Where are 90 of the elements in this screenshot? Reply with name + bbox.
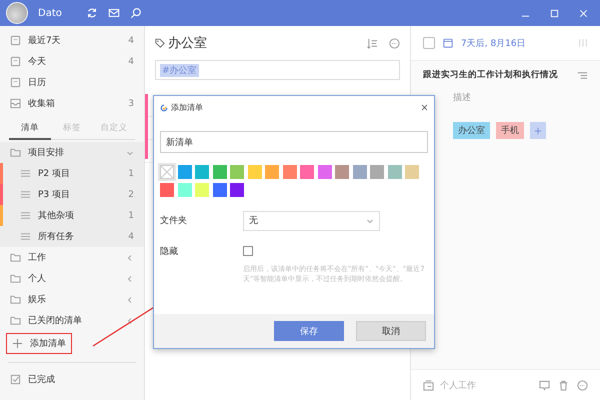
dialog-title: 添加清单: [171, 102, 203, 113]
close-icon[interactable]: [421, 104, 428, 111]
sidebar-item[interactable]: 收集箱 3: [0, 93, 144, 114]
color-swatch[interactable]: [178, 165, 192, 179]
color-swatch[interactable]: [212, 182, 226, 196]
sidebar-tab[interactable]: 清单: [9, 118, 51, 140]
calendar-icon: [10, 35, 21, 46]
calendar-icon: [10, 56, 21, 67]
folder-label: 文件夹: [160, 214, 188, 227]
cancel-button[interactable]: 取消: [356, 321, 426, 341]
tag-chip[interactable]: 办公室: [453, 122, 490, 139]
list-icon[interactable]: [577, 70, 588, 80]
tag-chip[interactable]: 手机: [496, 122, 524, 139]
chevron-icon: [126, 148, 134, 156]
more-icon[interactable]: [389, 38, 400, 48]
list-icon: [20, 231, 31, 242]
priority-icon[interactable]: [578, 38, 588, 48]
color-swatch[interactable]: [178, 182, 192, 196]
chevron-icon: [126, 316, 134, 324]
color-swatch[interactable]: [230, 165, 244, 179]
sidebar-item[interactable]: 最近7天 4: [0, 30, 144, 51]
color-swatch[interactable]: [160, 182, 174, 196]
sidebar-item[interactable]: 已完成: [0, 369, 144, 390]
list-icon: [20, 210, 31, 221]
avatar[interactable]: [6, 2, 28, 24]
color-swatch[interactable]: [265, 165, 279, 179]
mail-icon[interactable]: [108, 7, 120, 19]
comment-icon[interactable]: [539, 380, 550, 390]
hide-label: 隐藏: [160, 246, 179, 258]
color-swatch[interactable]: [230, 182, 244, 196]
folder-icon: [10, 147, 21, 158]
plus-icon: [12, 338, 23, 349]
color-swatch[interactable]: [335, 165, 349, 179]
chevron-icon: [126, 274, 134, 282]
inbox-icon: [10, 98, 21, 109]
color-swatch[interactable]: [388, 165, 402, 179]
calendar-icon: [443, 38, 453, 48]
plus-icon: [534, 126, 542, 134]
no-color-swatch[interactable]: [160, 165, 174, 179]
chevron-icon: [366, 216, 374, 224]
hide-checkbox[interactable]: [243, 246, 253, 256]
name-field[interactable]: 新清单: [160, 131, 428, 153]
folder-icon: [10, 273, 21, 284]
folder-item[interactable]: 项目安排: [0, 142, 144, 163]
tag-icon: [155, 38, 165, 48]
add-tag-button[interactable]: [530, 122, 546, 139]
color-swatch[interactable]: [282, 165, 296, 179]
list-item[interactable]: 其他杂项 1: [0, 205, 144, 226]
color-swatch[interactable]: [195, 165, 209, 179]
maximize-icon[interactable]: [550, 8, 559, 18]
sort-icon[interactable]: [367, 38, 378, 48]
chevron-icon: [126, 254, 134, 262]
folder-dropdown[interactable]: 无: [243, 210, 380, 230]
color-swatch[interactable]: [248, 165, 262, 179]
calendar-icon: [10, 77, 21, 88]
list-item[interactable]: P2 项目 1: [0, 163, 144, 184]
folder-icon[interactable]: [423, 380, 434, 390]
task-title[interactable]: 跟进实习生的工作计划和执行情况: [423, 69, 569, 81]
color-swatch[interactable]: [370, 165, 384, 179]
color-swatch[interactable]: [212, 165, 226, 179]
checkbox-icon: [10, 374, 21, 385]
sync-icon[interactable]: [86, 7, 98, 19]
list-item[interactable]: P3 项目 2: [0, 184, 144, 205]
trash-icon[interactable]: [558, 380, 569, 390]
list-title: 办公室: [168, 35, 208, 52]
folder-icon: [10, 294, 21, 305]
color-swatch[interactable]: [318, 165, 332, 179]
color-swatch[interactable]: [352, 165, 366, 179]
folder-icon: [10, 252, 21, 263]
folder-item[interactable]: 个人: [0, 268, 144, 289]
list-icon: [20, 168, 31, 179]
list-item[interactable]: 所有任务 4: [0, 226, 144, 247]
sidebar-item[interactable]: 今天 4: [0, 51, 144, 72]
list-icon: [20, 189, 31, 200]
color-swatch[interactable]: [405, 165, 419, 179]
sidebar-item[interactable]: 日历: [0, 72, 144, 93]
add-list-button[interactable]: 添加清单: [6, 333, 72, 354]
app-logo-icon: [160, 104, 168, 112]
folder-icon: [10, 315, 21, 326]
folder-item[interactable]: 工作: [0, 247, 144, 268]
color-swatch[interactable]: [300, 165, 314, 179]
chevron-icon: [126, 296, 134, 304]
folder-item[interactable]: 娱乐: [0, 289, 144, 310]
folder-item[interactable]: 已关闭的清单: [0, 310, 144, 331]
save-button[interactable]: 保存: [274, 321, 344, 341]
color-swatch[interactable]: [195, 182, 209, 196]
user-menu[interactable]: Dato: [38, 8, 62, 18]
more-icon[interactable]: [577, 380, 588, 390]
search-icon[interactable]: [130, 7, 142, 19]
task-checkbox[interactable]: [423, 37, 435, 49]
